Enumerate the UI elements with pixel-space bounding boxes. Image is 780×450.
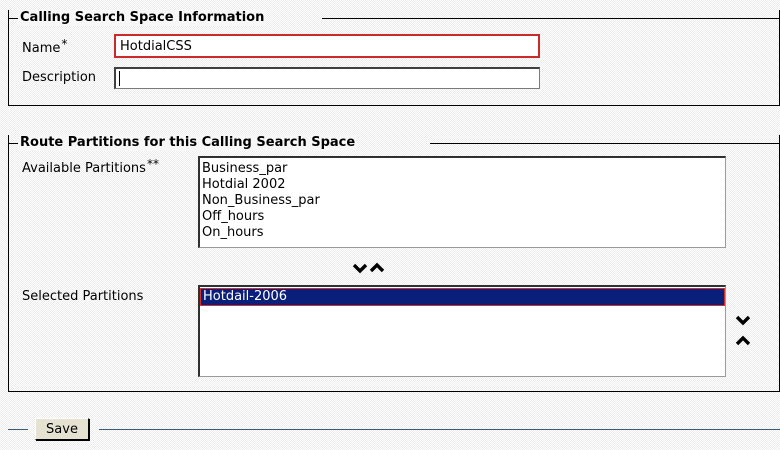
list-item[interactable]: Non_Business_par: [200, 193, 725, 209]
list-item[interactable]: Off_hours: [200, 209, 725, 225]
move-down-icon[interactable]: [735, 314, 751, 326]
required-marker: **: [146, 157, 159, 171]
available-partitions-label: Available Partitions**: [22, 156, 159, 177]
selected-partitions-list[interactable]: Hotdail-2006: [198, 285, 726, 377]
move-up-icon[interactable]: [735, 335, 751, 347]
name-label-text: Name: [22, 41, 61, 56]
list-item[interactable]: Business_par: [200, 161, 725, 177]
section-top-border: [8, 143, 18, 144]
section-legend-css-info: Calling Search Space Information: [18, 10, 267, 26]
required-marker: *: [61, 37, 68, 51]
description-input[interactable]: [114, 67, 540, 89]
available-partitions-list[interactable]: Business_par Hotdial 2002 Non_Business_p…: [198, 156, 726, 248]
divider: [99, 429, 780, 430]
divider: [8, 429, 28, 430]
name-input[interactable]: [114, 34, 540, 58]
move-down-icon[interactable]: [352, 262, 368, 274]
section-top-border: [322, 18, 780, 19]
section-top-border: [430, 143, 780, 144]
available-partitions-label-text: Available Partitions: [22, 161, 146, 176]
name-label: Name*: [22, 36, 67, 57]
move-up-icon[interactable]: [369, 262, 385, 274]
description-label: Description: [22, 70, 97, 85]
text-cursor: [119, 71, 120, 86]
section-top-border: [8, 18, 18, 19]
list-item[interactable]: Hotdial 2002: [200, 177, 725, 193]
selected-partitions-label: Selected Partitions: [22, 289, 144, 304]
list-item[interactable]: On_hours: [200, 225, 725, 241]
list-item-selected[interactable]: Hotdail-2006: [200, 288, 725, 306]
section-legend-route-partitions: Route Partitions for this Calling Search…: [18, 135, 358, 151]
save-button[interactable]: Save: [35, 418, 89, 440]
